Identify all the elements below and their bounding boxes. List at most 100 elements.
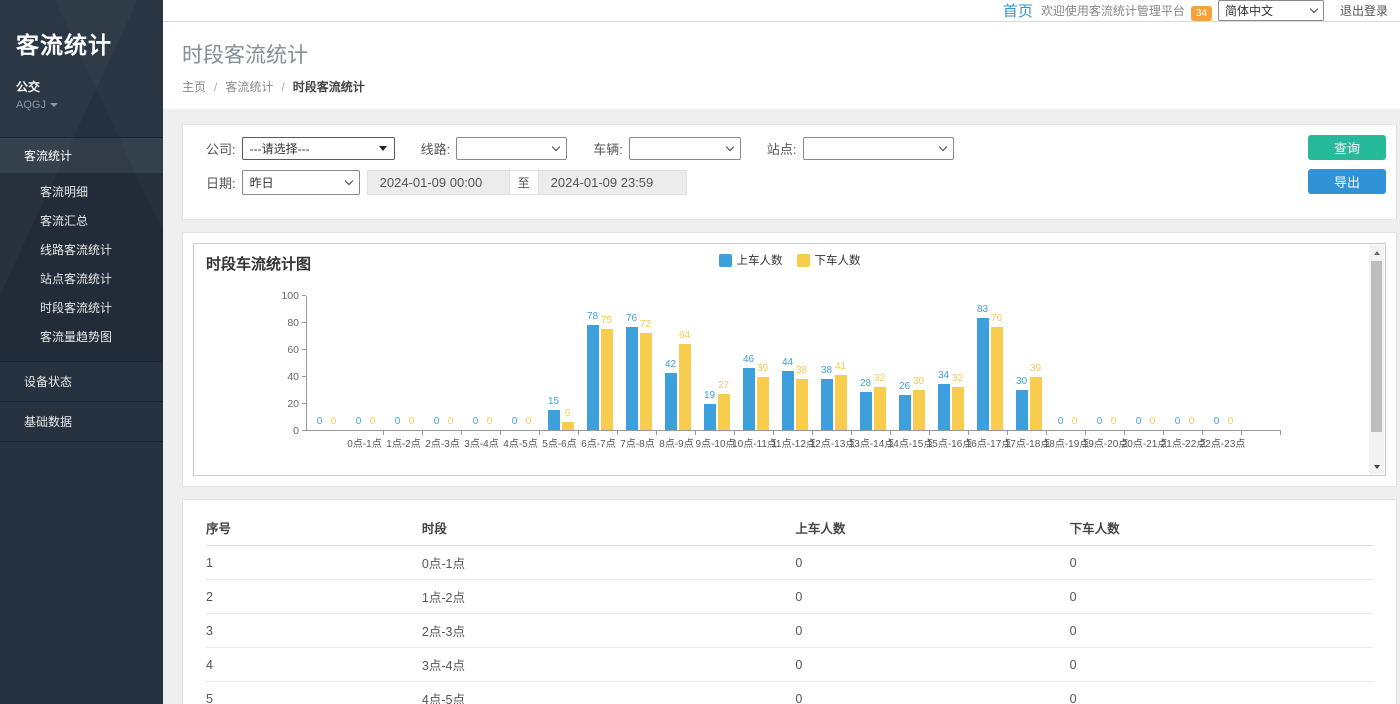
bar-value-label: 30	[913, 376, 924, 387]
alighting-bar[interactable]: 75	[601, 329, 613, 430]
sidebar-item-passenger-stats[interactable]: 客流统计	[0, 137, 163, 173]
home-link[interactable]: 首页	[1003, 0, 1033, 21]
chevron-down-icon	[552, 143, 560, 151]
sidebar-subitem-6[interactable]: 客流量趋势图	[0, 322, 163, 351]
bar-group: 00	[385, 296, 424, 430]
x-tick-label: 10点-11点	[735, 431, 774, 450]
boarding-bar[interactable]: 28	[860, 392, 872, 430]
bar-group: 00	[463, 296, 502, 430]
scrollbar-thumb[interactable]	[1371, 261, 1382, 432]
table-cell: 0	[795, 546, 1069, 580]
line-select[interactable]	[456, 137, 567, 160]
legend-swatch-icon	[719, 254, 732, 267]
sidebar-subitem-2[interactable]: 客流汇总	[0, 206, 163, 235]
bar-value-label: 0	[331, 416, 337, 427]
boarding-bar[interactable]: 34	[938, 384, 950, 430]
breadcrumb-section[interactable]: 客流统计	[225, 78, 273, 95]
date-preset-select[interactable]: 昨日	[242, 170, 360, 195]
sidebar-item-other-1[interactable]: 设备状态	[0, 362, 163, 402]
station-label: 站点:	[767, 139, 797, 158]
bar-group: 3432	[931, 296, 970, 430]
boarding-bar[interactable]: 76	[626, 327, 638, 430]
alighting-bar[interactable]: 6	[562, 422, 574, 430]
bar-group: 00	[307, 296, 346, 430]
boarding-bar[interactable]: 15	[548, 410, 560, 430]
boarding-bar[interactable]: 44	[782, 371, 794, 430]
alighting-bar[interactable]: 27	[718, 394, 730, 430]
x-tick-label: 21点-22点	[1164, 431, 1203, 450]
alighting-bar[interactable]: 41	[835, 375, 847, 430]
boarding-bar[interactable]: 38	[821, 379, 833, 430]
legend-item-1[interactable]: 上车人数	[719, 252, 783, 268]
boarding-bar[interactable]: 46	[743, 368, 755, 430]
bar-group: 7672	[619, 296, 658, 430]
x-tick-label: 12点-13点	[813, 431, 852, 450]
scrollbar-up-button[interactable]	[1369, 245, 1384, 260]
boarding-bar[interactable]: 19	[704, 404, 716, 430]
bar-group: 00	[502, 296, 541, 430]
breadcrumb-separator: /	[214, 80, 217, 94]
notification-badge[interactable]: 34	[1191, 6, 1212, 21]
alighting-bar[interactable]: 32	[952, 387, 964, 430]
table-cell: 0	[1070, 546, 1373, 580]
alighting-bar[interactable]: 39	[757, 377, 769, 430]
filter-row-1: 公司: ---请选择--- 线路: 车辆:	[206, 137, 1373, 160]
export-button[interactable]: 导出	[1308, 169, 1386, 194]
bar-value-label: 83	[977, 304, 988, 315]
boarding-bar[interactable]: 42	[665, 373, 677, 430]
bar-group: 4639	[736, 296, 775, 430]
alighting-bar[interactable]: 32	[874, 387, 886, 430]
sidebar-subitem-1[interactable]: 客流明细	[0, 177, 163, 206]
bar-value-label: 39	[1030, 363, 1041, 374]
org-code-dropdown[interactable]: AQGJ	[0, 95, 163, 111]
bar-value-label: 0	[356, 416, 362, 427]
x-tick-label-text: 0点-1点	[347, 435, 381, 450]
logout-link[interactable]: 退出登录	[1340, 2, 1388, 19]
chevron-down-icon	[1310, 5, 1318, 13]
table-row: 10点-1点00	[206, 546, 1373, 580]
chart-scrollbar[interactable]	[1369, 245, 1384, 474]
scrollbar-down-button[interactable]	[1369, 459, 1384, 474]
alighting-bar[interactable]: 64	[679, 344, 691, 430]
boarding-bar[interactable]: 83	[977, 318, 989, 430]
bar-group: 1927	[697, 296, 736, 430]
bar-value-label: 0	[409, 416, 415, 427]
table-cell: 0	[795, 614, 1069, 648]
alighting-bar[interactable]: 76	[991, 327, 1003, 430]
alighting-bar[interactable]: 72	[640, 333, 652, 430]
query-button[interactable]: 查询	[1308, 135, 1386, 160]
table-cell: 3	[206, 614, 422, 648]
boarding-bar[interactable]: 30	[1016, 390, 1028, 431]
sidebar-subitem-4[interactable]: 站点客流统计	[0, 264, 163, 293]
sidebar-item-other-2[interactable]: 基础数据	[0, 402, 163, 442]
org-name: 公交	[0, 60, 163, 95]
company-select[interactable]: ---请选择---	[242, 137, 395, 160]
company-label: 公司:	[206, 139, 236, 158]
sidebar-subitem-3[interactable]: 线路客流统计	[0, 235, 163, 264]
x-axis-labels: 0点-1点1点-2点2点-3点3点-4点4点-5点5点-6点6点-7点7点-8点…	[345, 431, 1281, 450]
vehicle-label: 车辆:	[593, 139, 623, 158]
station-select[interactable]	[803, 137, 954, 160]
bar-value-label: 0	[487, 416, 493, 427]
vehicle-select[interactable]	[629, 137, 741, 160]
language-select[interactable]: 简体中文	[1218, 0, 1324, 21]
bar-group: 00	[346, 296, 385, 430]
boarding-bar[interactable]: 26	[899, 395, 911, 430]
bar-value-label: 38	[821, 365, 832, 376]
table-panel: 序号时段上车人数下车人数 10点-1点0021点-2点0032点-3点0043点…	[182, 499, 1397, 704]
date-label: 日期:	[206, 173, 236, 192]
table-header-cell: 序号	[206, 510, 422, 546]
chart-panel: 时段车流统计图 上车人数下车人数 020406080100 0000000000…	[182, 232, 1397, 487]
bar-value-label: 0	[1111, 416, 1117, 427]
boarding-bar[interactable]: 78	[587, 325, 599, 430]
alighting-bar[interactable]: 39	[1030, 377, 1042, 430]
alighting-bar[interactable]: 30	[913, 390, 925, 431]
bar-value-label: 0	[473, 416, 479, 427]
sidebar-subitem-5[interactable]: 时段客流统计	[0, 293, 163, 322]
breadcrumb-home[interactable]: 主页	[182, 78, 206, 95]
legend-item-2[interactable]: 下车人数	[797, 252, 861, 268]
stats-table: 序号时段上车人数下车人数 10点-1点0021点-2点0032点-3点0043点…	[206, 510, 1373, 704]
date-to-input[interactable]: 2024-01-09 23:59	[538, 170, 687, 195]
alighting-bar[interactable]: 38	[796, 379, 808, 430]
date-from-input[interactable]: 2024-01-09 00:00	[367, 170, 510, 195]
